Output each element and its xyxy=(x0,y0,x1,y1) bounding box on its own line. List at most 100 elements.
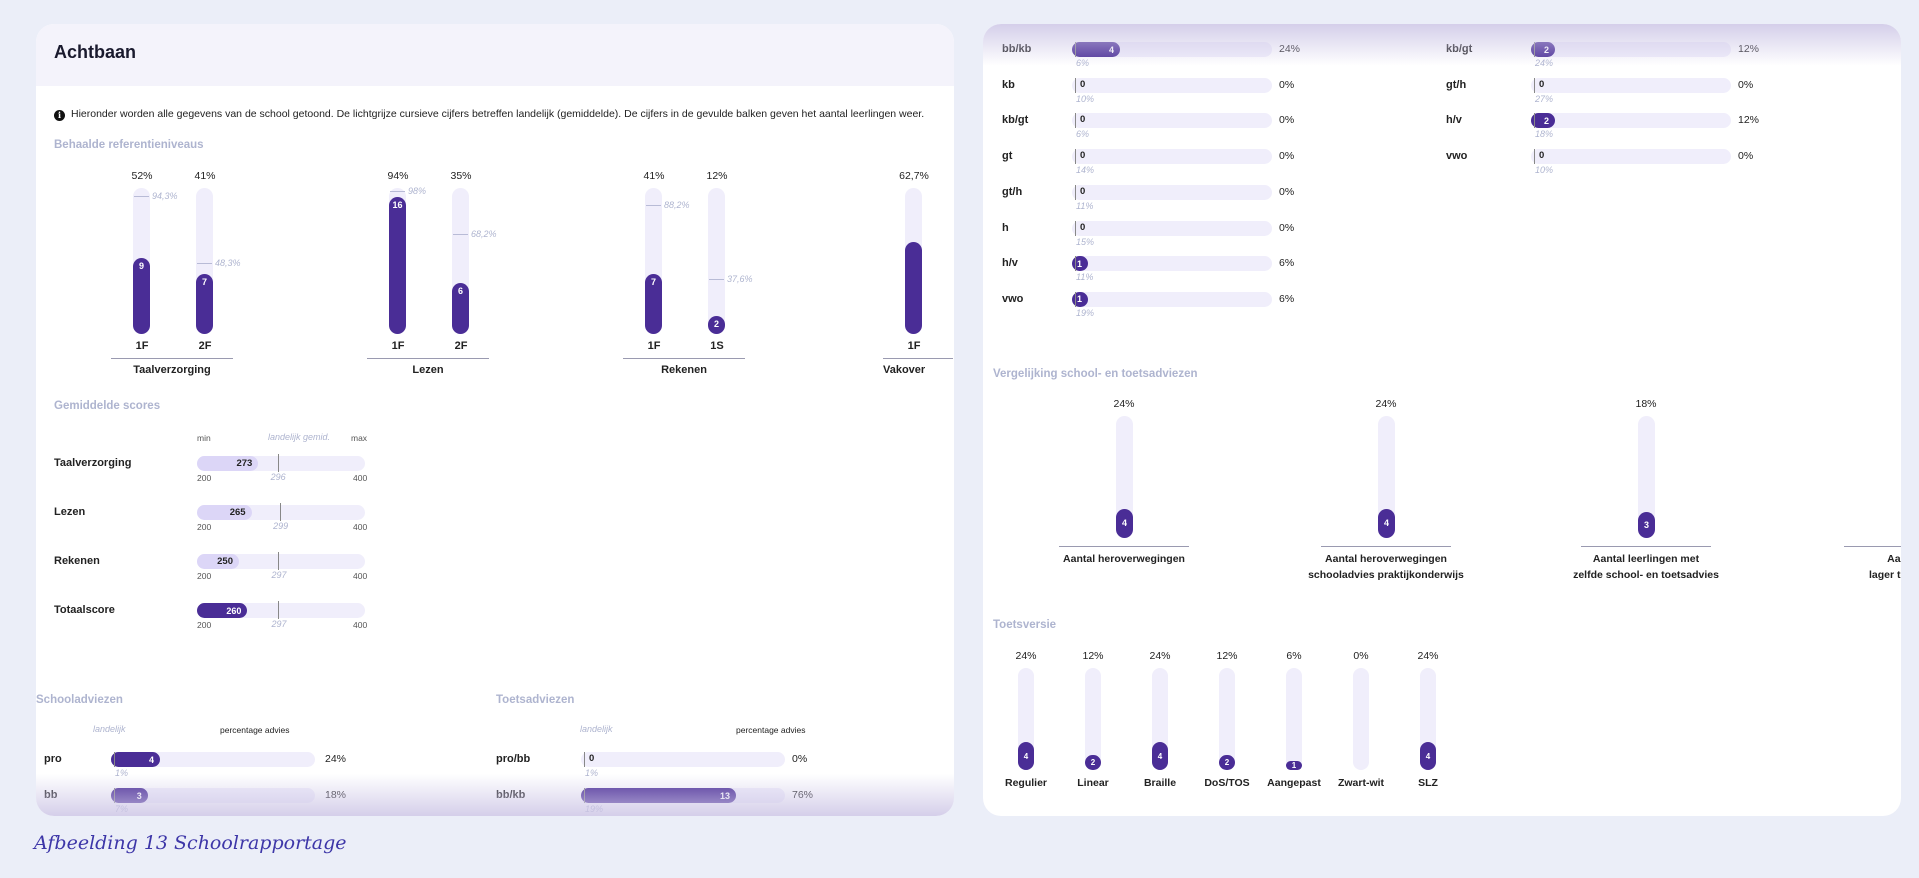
ref-bar-level: 2F xyxy=(198,340,212,352)
version-fill: 4 xyxy=(1420,742,1436,770)
advice-track: 0 xyxy=(1072,113,1272,129)
ref-bar-level: 2F xyxy=(454,340,468,352)
ref-national-label: 48,3% xyxy=(215,258,241,269)
ref-bar-fill: 7 xyxy=(645,274,662,334)
version-fill: 4 xyxy=(1018,742,1034,770)
ref-bar-track: 7 xyxy=(196,188,213,334)
advice-national-marker xyxy=(1534,42,1535,57)
advice-label: h/v xyxy=(1002,257,1018,270)
advice-track: 1 xyxy=(1072,256,1272,272)
advice-national: 18% xyxy=(1535,129,1554,140)
info-text: Hieronder worden alle gegevens van de sc… xyxy=(71,108,925,120)
school-advice-title: Schooladviezen xyxy=(36,694,123,706)
score-max: 400 xyxy=(353,522,368,532)
ref-national-label: 68,2% xyxy=(471,229,497,240)
ref-national-tick xyxy=(134,196,149,198)
test-advice-national-header: landelijk xyxy=(580,724,613,734)
advice-pct: 0% xyxy=(1738,78,1754,91)
ref-group-axis xyxy=(623,358,745,359)
test-advice-title: Toetsadviezen xyxy=(496,694,575,706)
compare-pct: 18% xyxy=(1635,398,1657,410)
ref-bar-fill: 16 xyxy=(389,196,406,334)
ref-bar-pct: 35% xyxy=(450,170,472,182)
ref-bar-pct: 12% xyxy=(706,170,728,182)
advice-national-marker xyxy=(1075,113,1076,129)
advice-pct: 0% xyxy=(792,753,808,765)
ref-group-name: Taalverzorging xyxy=(133,364,211,376)
ref-bar-level: 1F xyxy=(647,340,661,352)
ref-bar-pct: 62,7% xyxy=(899,170,929,182)
advice-national: 1% xyxy=(585,768,599,778)
advice-pct: 6% xyxy=(1279,292,1295,305)
advice-pct: 24% xyxy=(325,753,347,765)
version-fill: 4 xyxy=(1152,742,1168,770)
advice-label: bb/kb xyxy=(496,789,526,801)
score-national: 296 xyxy=(270,472,286,482)
advice-national: 24% xyxy=(1535,58,1554,68)
version-pct: 6% xyxy=(1286,650,1302,662)
version-label: Aangepast xyxy=(1267,777,1321,789)
advice-pct: 0% xyxy=(1279,114,1295,127)
advice-pct: 12% xyxy=(1738,114,1760,127)
score-min: 200 xyxy=(197,473,212,483)
score-max: 400 xyxy=(353,571,368,581)
score-fill: 273 xyxy=(197,456,259,471)
ref-group-name: Lezen xyxy=(412,364,444,376)
ref-national-tick xyxy=(646,205,661,207)
advice-label: bb/kb xyxy=(1002,43,1032,55)
advice-count: 0 xyxy=(1539,150,1545,162)
advice-national: 7% xyxy=(115,804,129,814)
advice-pct: 18% xyxy=(325,789,347,801)
score-national-marker xyxy=(280,503,282,521)
score-national-marker xyxy=(278,601,280,619)
advice-label: pro xyxy=(44,753,62,765)
advice-pct: 0% xyxy=(1279,150,1295,163)
advice-label: h xyxy=(1002,221,1009,234)
advice-label: gt/h xyxy=(1446,78,1467,91)
score-fill: 265 xyxy=(197,505,252,520)
advice-track: 0 xyxy=(1072,149,1272,165)
version-label: Linear xyxy=(1077,777,1109,789)
advice-pct: 24% xyxy=(1279,43,1301,55)
ref-bar-track xyxy=(905,188,922,334)
advice-national: 6% xyxy=(1076,58,1090,68)
advice-count: 0 xyxy=(1080,150,1086,162)
advice-national-marker xyxy=(114,752,115,767)
compare-track: 4 xyxy=(1116,416,1133,538)
score-national-marker xyxy=(278,552,280,570)
ref-bar-level: 1F xyxy=(391,340,405,352)
ref-bar-level: 1F xyxy=(135,340,149,352)
advice-national-marker xyxy=(1075,149,1076,165)
panel-header xyxy=(36,24,954,86)
version-track: 2 xyxy=(1219,668,1235,770)
version-pct: 24% xyxy=(1149,650,1171,662)
advice-national: 27% xyxy=(1535,93,1554,104)
ref-bar-track: 6 xyxy=(452,188,469,334)
version-pct: 24% xyxy=(1417,650,1439,662)
ref-bar-fill: 9 xyxy=(133,258,150,334)
version-label: SLZ xyxy=(1418,777,1438,789)
compare-track: 3 xyxy=(1638,416,1655,538)
advice-national-marker xyxy=(1534,113,1535,129)
advice-national: 14% xyxy=(1076,165,1095,176)
compare-axis xyxy=(1321,546,1451,547)
test-advice-pct-header: percentage advies xyxy=(736,725,806,735)
advice-national-marker xyxy=(1075,77,1076,93)
ref-group-axis xyxy=(883,358,953,359)
version-fill: 2 xyxy=(1219,755,1235,770)
advice-label: gt/h xyxy=(1002,185,1023,198)
version-label: DoS/TOS xyxy=(1204,777,1250,789)
advice-pct: 76% xyxy=(792,789,814,801)
ref-bar-pct: 52% xyxy=(131,170,153,182)
compare-fill: 4 xyxy=(1116,508,1133,538)
advice-fill: 4 xyxy=(111,752,160,767)
ref-group-name: Vakover xyxy=(883,364,926,376)
advice-national-marker xyxy=(1075,220,1076,236)
score-national: 297 xyxy=(271,619,287,629)
advice-national: 10% xyxy=(1535,165,1554,176)
compare-axis xyxy=(1059,546,1189,547)
advice-label: kb/gt xyxy=(1446,43,1473,55)
advice-national-marker xyxy=(114,788,115,803)
score-name: Rekenen xyxy=(54,555,100,567)
ref-national-tick xyxy=(390,190,405,192)
